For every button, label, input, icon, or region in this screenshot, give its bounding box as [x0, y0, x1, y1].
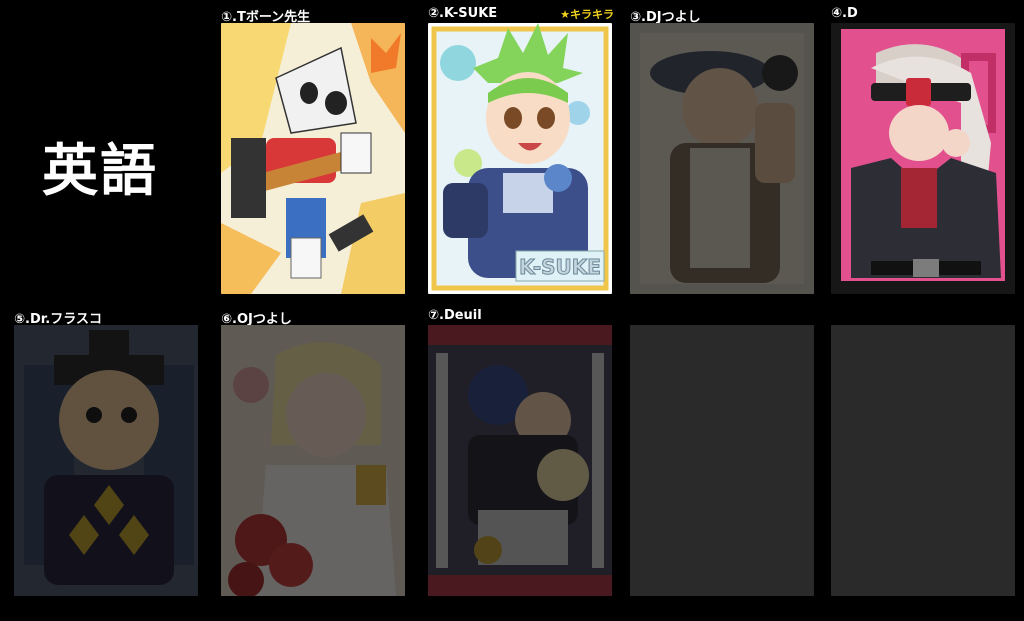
card-art-oj-tsuyoshi: [221, 325, 405, 596]
card-deuil[interactable]: [428, 325, 612, 596]
card-label: ④.D: [831, 6, 858, 21]
card-empty-slot: [630, 325, 814, 596]
card-art-tbone: [221, 23, 405, 294]
card-tbone-sensei[interactable]: [221, 23, 405, 294]
card-label: ⑦.Deuil: [428, 308, 482, 323]
card-art-d: [831, 23, 1015, 294]
card-dr-flasko[interactable]: [14, 325, 198, 596]
card-art-dj-tsuyoshi: [630, 23, 814, 294]
card-ksuke[interactable]: K-SUKE: [428, 23, 612, 294]
card-d[interactable]: [831, 23, 1015, 294]
card-label: ②.K-SUKE: [428, 6, 498, 21]
card-empty-slot: [831, 325, 1015, 596]
card-oj-tsuyoshi[interactable]: [221, 325, 405, 596]
card-dj-tsuyoshi[interactable]: [630, 23, 814, 294]
subject-title: 英語: [42, 139, 158, 204]
card-art-dr-flasko: [14, 325, 198, 596]
card-art-deuil: [428, 325, 612, 596]
kirakira-badge: ★キラキラ: [560, 8, 614, 21]
card-art-ksuke: K-SUKE: [428, 23, 612, 294]
card-art-text: K-SUKE: [519, 255, 601, 279]
